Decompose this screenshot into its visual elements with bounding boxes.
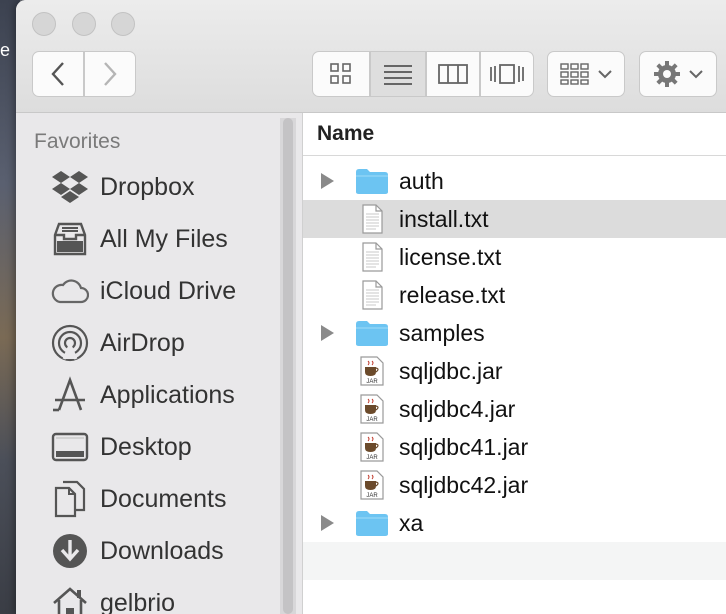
all-my-files-icon [48,217,92,261]
file-row-xa[interactable]: xa [303,504,726,542]
file-name: sqljdbc41.jar [399,434,529,460]
chevron-down-icon [689,70,703,79]
scrollbar-thumb[interactable] [283,118,293,614]
cloud-icon [48,269,92,313]
sidebar-scrollbar[interactable] [280,118,296,614]
file-name: auth [399,168,444,194]
cover-flow-view-button[interactable] [480,51,534,97]
sidebar-item-label: All My Files [100,224,228,253]
empty-row [303,542,726,580]
file-name: license.txt [399,244,502,270]
sidebar-item-label: Documents [100,484,227,513]
sidebar-item-downloads[interactable]: Downloads [16,527,296,575]
text-file-icon [362,204,383,234]
jar-file-icon: JAR [360,432,384,462]
desktop-icon [48,425,92,469]
disclosure-triangle-icon[interactable] [321,173,334,189]
text-file-icon [362,242,383,272]
jar-badge: JAR [366,493,378,499]
toolbar [16,0,726,113]
gear-icon [654,61,680,87]
file-row-release-txt[interactable]: release.txt [303,276,726,314]
sidebar-item-dropbox[interactable]: Dropbox [16,163,296,211]
documents-icon [48,477,92,521]
jar-badge: JAR [366,379,378,385]
text-file-icon [362,280,383,310]
list-icon [384,65,412,85]
disclosure-triangle-icon[interactable] [321,515,334,531]
file-name: release.txt [399,282,506,308]
sidebar-item-home[interactable]: gelbrio [16,579,296,614]
chevron-right-icon [104,62,117,86]
sidebar-item-label: Dropbox [100,172,195,201]
sidebar-item-icloud-drive[interactable]: iCloud Drive [16,267,296,315]
jar-file-icon: JAR [360,470,384,500]
icon-view-button[interactable] [312,51,370,97]
desktop-text-fragment: e [0,40,11,60]
folder-icon [356,321,388,346]
file-row-license-txt[interactable]: license.txt [303,238,726,276]
sidebar-item-all-my-files[interactable]: All My Files [16,215,296,263]
disclosure-triangle-icon[interactable] [321,325,334,341]
column-header-label: Name [317,122,375,145]
file-name: sqljdbc.jar [399,358,503,384]
sidebar-item-label: Desktop [100,432,192,461]
airdrop-icon [48,321,92,365]
columns-icon [438,64,468,84]
file-row-sqljdbc4-jar[interactable]: JAR sqljdbc4.jar [303,390,726,428]
jar-file-icon: JAR [360,394,384,424]
finder-window: Favorites Dropbox All My Files iCloud Dr… [16,0,726,614]
file-name: samples [399,320,485,346]
file-name: xa [399,510,424,536]
file-row-sqljdbc-jar[interactable]: JAR sqljdbc.jar [303,352,726,390]
file-row-sqljdbc42-jar[interactable]: JAR sqljdbc42.jar [303,466,726,504]
file-row-install-txt[interactable]: install.txt [303,200,726,238]
jar-file-icon: JAR [360,356,384,386]
file-name: install.txt [399,206,489,232]
grid-icon [330,63,351,84]
sidebar-item-desktop[interactable]: Desktop [16,423,296,471]
sidebar-item-label: Applications [100,380,235,409]
name-column-header[interactable]: Name [303,113,726,156]
sidebar-item-documents[interactable]: Documents [16,475,296,523]
home-icon [48,581,92,614]
sidebar-item-label: gelbrio [100,588,176,614]
applications-icon [48,373,92,417]
folder-icon [356,169,388,194]
sidebar-item-label: Downloads [100,536,224,565]
file-name: sqljdbc42.jar [399,472,529,498]
file-row-auth[interactable]: auth [303,162,726,200]
cover-flow-icon [490,64,524,84]
chevron-down-icon [598,70,612,79]
dropbox-icon [48,165,92,209]
zoom-button[interactable] [111,12,135,36]
file-row-sqljdbc41-jar[interactable]: JAR sqljdbc41.jar [303,428,726,466]
sidebar-item-airdrop[interactable]: AirDrop [16,319,296,367]
sidebar-item-label: iCloud Drive [100,276,237,305]
jar-badge: JAR [366,455,378,461]
downloads-icon [48,529,92,573]
sidebar-heading-favorites: Favorites [34,130,121,153]
sidebar-item-applications[interactable]: Applications [16,371,296,419]
arrange-menu-button[interactable] [547,51,625,97]
forward-button[interactable] [84,51,136,97]
back-button[interactable] [32,51,84,97]
action-menu-button[interactable] [639,51,717,97]
file-row-samples[interactable]: samples [303,314,726,352]
folder-icon [356,511,388,536]
minimize-button[interactable] [72,12,96,36]
chevron-left-icon [51,62,64,86]
sidebar-item-label: AirDrop [100,328,185,357]
jar-badge: JAR [366,417,378,423]
close-button[interactable] [32,12,56,36]
column-view-button[interactable] [426,51,480,97]
list-view-button[interactable] [370,51,426,97]
arrange-grid-icon [560,63,589,85]
file-name: sqljdbc4.jar [399,396,516,422]
